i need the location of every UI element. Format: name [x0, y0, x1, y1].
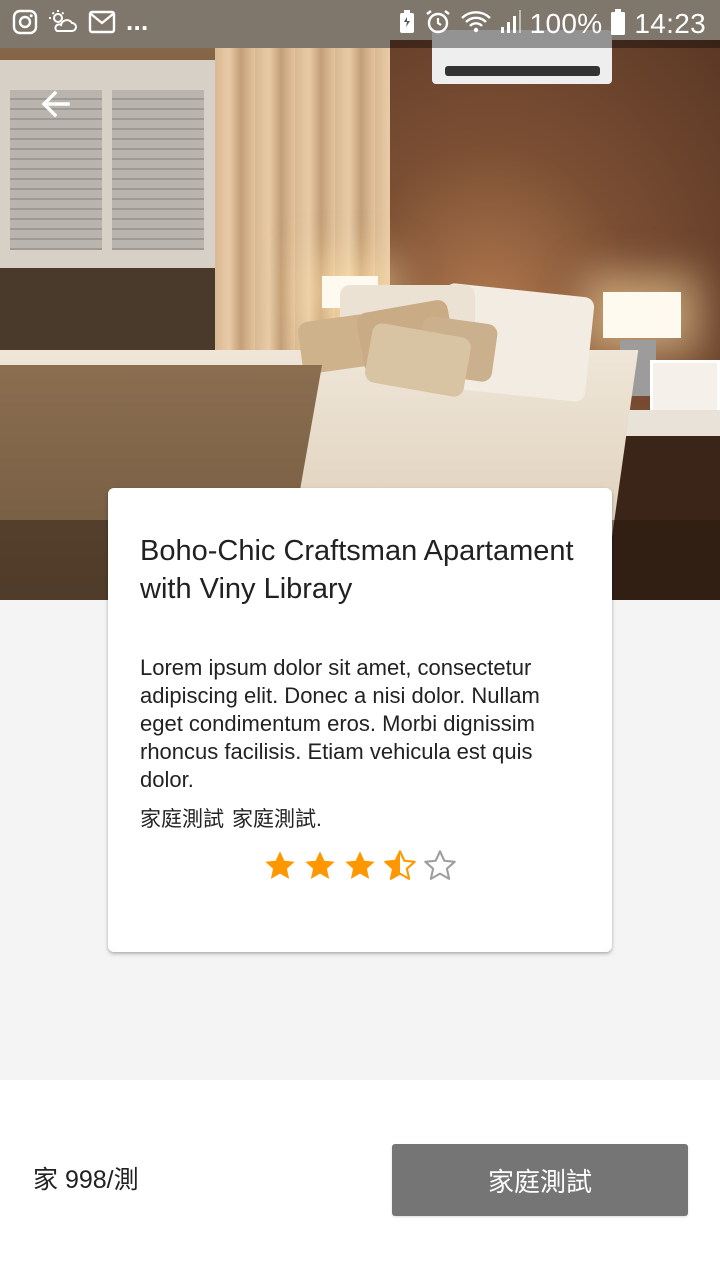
status-bar: ... 100% 14:23 — [0, 0, 720, 48]
star-rating — [140, 848, 580, 884]
listing-description: Lorem ipsum dolor sit amet, consectetur … — [140, 655, 540, 792]
star-full-icon — [265, 851, 295, 879]
star-full-icon — [345, 851, 375, 879]
price-label: 家 998/測 — [33, 1166, 139, 1194]
wifi-icon — [460, 9, 492, 40]
listing-tags: 家庭測試 家庭測試. — [140, 806, 580, 834]
listing-title: Boho-Chic Craftsman Apartament with Viny… — [140, 535, 574, 605]
gmail-icon — [88, 10, 116, 39]
star-full-icon — [305, 851, 335, 879]
battery-icon — [610, 8, 626, 41]
alarm-icon — [424, 8, 452, 41]
listing-tag: 家庭測試 — [140, 808, 224, 831]
arrow-left-icon — [38, 86, 74, 127]
battery-saver-icon — [398, 9, 416, 40]
signal-icon — [500, 9, 522, 40]
star-half-icon — [384, 850, 416, 880]
back-button[interactable] — [30, 80, 82, 132]
weather-icon — [48, 9, 78, 40]
status-overflow: ... — [126, 6, 149, 36]
star-empty-icon — [424, 850, 456, 880]
listing-tag: 家庭測試. — [232, 808, 322, 831]
instagram-icon — [12, 9, 38, 40]
primary-action-button[interactable]: 家庭測試 — [392, 1144, 688, 1216]
listing-card: Boho-Chic Craftsman Apartament with Viny… — [108, 488, 612, 952]
clock: 14:23 — [634, 8, 706, 39]
battery-percent: 100% — [529, 8, 603, 39]
